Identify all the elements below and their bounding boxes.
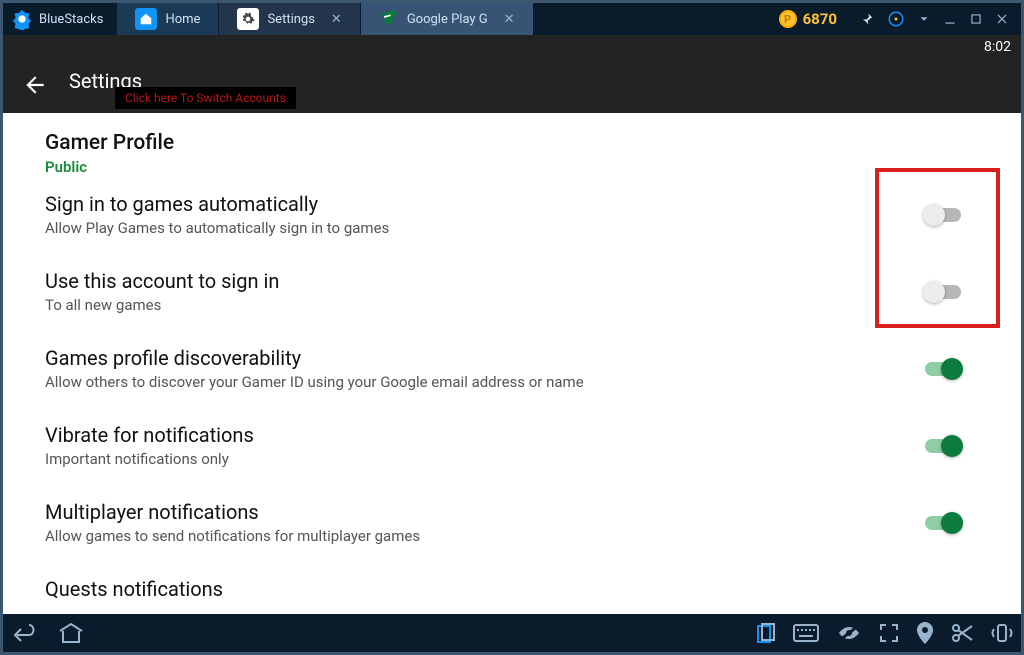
- clipboard-icon[interactable]: [757, 623, 775, 643]
- tab-google-play-games[interactable]: Google Play G ✕: [361, 3, 534, 35]
- toggle-signin-auto[interactable]: [925, 208, 961, 222]
- play-games-tab-icon: [379, 7, 399, 31]
- setting-signin-automatically[interactable]: Sign in to games automatically Allow Pla…: [45, 176, 1021, 253]
- back-arrow-icon: [22, 72, 48, 98]
- location-icon[interactable]: [917, 622, 933, 644]
- minimize-icon[interactable]: [943, 12, 957, 26]
- toggle-discoverability[interactable]: [925, 362, 961, 376]
- setting-desc: Important notifications only: [45, 450, 925, 468]
- window-frame: BlueStacks Home Settings ✕ Google Play G…: [0, 0, 1024, 655]
- setting-discoverability[interactable]: Games profile discoverability Allow othe…: [45, 330, 1021, 407]
- maximize-icon[interactable]: [969, 12, 983, 26]
- android-nav-bar: [3, 614, 1021, 652]
- setting-title: Multiplayer notifications: [45, 500, 925, 524]
- eye-off-icon[interactable]: [837, 624, 861, 642]
- coin-count: 6870: [803, 10, 837, 28]
- brand: BlueStacks: [3, 3, 117, 35]
- action-bar: Settings Click here To Switch Accounts: [3, 59, 1021, 113]
- brand-label: BlueStacks: [39, 12, 103, 27]
- switch-accounts-hint[interactable]: Click here To Switch Accounts: [115, 87, 296, 109]
- coin-icon: [779, 10, 797, 28]
- android-status-bar: 8:02: [3, 35, 1021, 59]
- setting-desc: Allow Play Games to automatically sign i…: [45, 219, 925, 237]
- clock: 8:02: [984, 39, 1011, 55]
- setting-title: Games profile discoverability: [45, 346, 925, 370]
- close-tab-icon[interactable]: ✕: [331, 12, 342, 27]
- chevron-down-icon[interactable]: [917, 12, 931, 26]
- back-button[interactable]: [11, 63, 59, 107]
- setting-desc: Allow others to discover your Gamer ID u…: [45, 373, 925, 391]
- settings-content: Gamer Profile Public Sign in to games au…: [3, 113, 1021, 614]
- toggle-multiplayer[interactable]: [925, 516, 961, 530]
- tab-label: Google Play G: [407, 12, 488, 27]
- titlebar: BlueStacks Home Settings ✕ Google Play G…: [3, 3, 1021, 35]
- close-tab-icon[interactable]: ✕: [504, 12, 515, 27]
- setting-multiplayer[interactable]: Multiplayer notifications Allow games to…: [45, 484, 1021, 561]
- setting-quests[interactable]: Quests notifications: [45, 561, 1021, 601]
- setting-title: Use this account to sign in: [45, 269, 925, 293]
- setting-title: Sign in to games automatically: [45, 192, 925, 216]
- tab-settings[interactable]: Settings ✕: [219, 3, 360, 35]
- setting-desc: To all new games: [45, 296, 925, 314]
- compass-icon[interactable]: [887, 10, 905, 28]
- coin-balance[interactable]: 6870: [769, 3, 847, 35]
- nav-home-icon[interactable]: [57, 622, 85, 644]
- shake-icon[interactable]: [991, 622, 1013, 644]
- pin-icon[interactable]: [859, 11, 875, 27]
- toggle-use-account[interactable]: [925, 285, 961, 299]
- bluestacks-logo-icon: [11, 8, 33, 30]
- nav-back-icon[interactable]: [11, 623, 39, 643]
- setting-use-account[interactable]: Use this account to sign in To all new g…: [45, 253, 1021, 330]
- setting-title: Quests notifications: [45, 577, 961, 601]
- scissors-icon[interactable]: [951, 623, 973, 643]
- keyboard-icon[interactable]: [793, 624, 819, 642]
- tab-label: Settings: [267, 12, 314, 27]
- setting-vibrate[interactable]: Vibrate for notifications Important noti…: [45, 407, 1021, 484]
- settings-tab-icon: [237, 8, 259, 30]
- setting-desc: Allow games to send notifications for mu…: [45, 527, 925, 545]
- tab-label: Home: [165, 12, 200, 27]
- section-heading: Gamer Profile: [45, 131, 1021, 155]
- toggle-vibrate[interactable]: [925, 439, 961, 453]
- window-controls: [847, 3, 1021, 35]
- tab-home[interactable]: Home: [117, 3, 219, 35]
- profile-visibility[interactable]: Public: [45, 158, 1021, 176]
- home-tab-icon: [135, 8, 157, 30]
- setting-title: Vibrate for notifications: [45, 423, 925, 447]
- close-icon[interactable]: [995, 12, 1009, 26]
- fullscreen-icon[interactable]: [879, 623, 899, 643]
